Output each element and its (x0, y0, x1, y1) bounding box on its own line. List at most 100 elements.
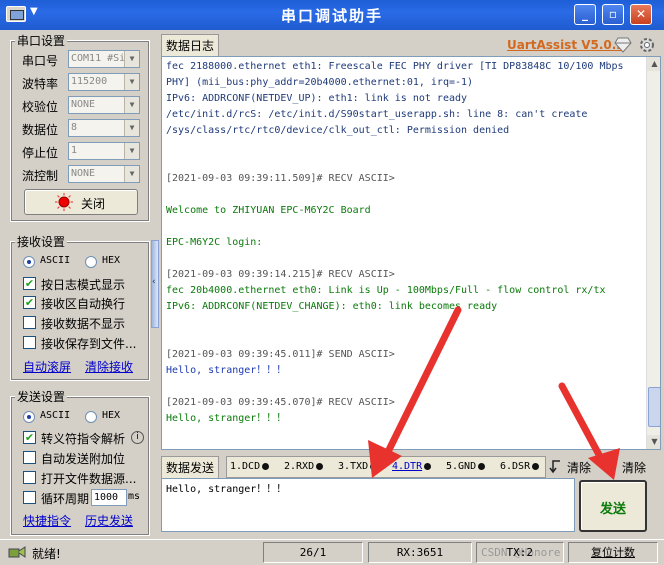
title-bar: ▼ 串口调试助手 _ ▫ ✕ (0, 0, 664, 30)
restore-button[interactable]: ▫ (602, 4, 624, 25)
send-button[interactable]: 发送 (579, 480, 647, 532)
log-line: Welcome to ZHIYUAN EPC-M6Y2C Board (166, 205, 371, 216)
scroll-down-icon[interactable]: ▼ (647, 435, 660, 449)
status-rx: RX:3651 (368, 542, 472, 563)
log-line: [2021-09-03 09:39:11.509]# RECV ASCII> (166, 173, 395, 184)
chevron-down-icon[interactable]: ▼ (124, 74, 139, 90)
save-to-file-label: 接收保存到文件... (41, 337, 137, 351)
flow-value: NONE (71, 168, 96, 179)
receive-ascii-label: ASCII (40, 255, 71, 266)
serial-settings-legend: 串口设置 (15, 32, 68, 49)
scroll-thumb[interactable] (648, 387, 660, 427)
port-select[interactable]: COM11 #Si ▼ (68, 50, 140, 68)
cycle-unit: ms (128, 491, 141, 502)
reset-counter-button[interactable]: 复位计数 (568, 542, 658, 563)
send-button-label: 发送 (599, 502, 626, 517)
annotation-arrow-right (558, 382, 620, 480)
receive-settings-legend: 接收设置 (15, 233, 68, 250)
signal-rxd-label: 2.RXD (284, 461, 315, 472)
receive-ascii-radio[interactable] (23, 256, 35, 268)
shortcut-link[interactable]: 快捷指令 (23, 512, 71, 529)
ready-status-icon (8, 546, 26, 558)
send-hex-radio[interactable] (85, 411, 97, 423)
signal-dsr: 6.DSR (500, 461, 540, 472)
tab-send-data[interactable]: 数据发送 (161, 456, 220, 478)
status-ready: 就绪! (32, 547, 61, 561)
stopbits-label: 停止位 (22, 146, 59, 160)
rxd-led-icon (316, 462, 324, 470)
databits-label: 数据位 (22, 123, 59, 137)
open-file-label: 打开文件数据源... (41, 472, 137, 486)
parity-label: 校验位 (22, 100, 59, 114)
close-window-button[interactable]: ✕ (630, 4, 652, 25)
tab-data-log[interactable]: 数据日志 (161, 34, 220, 56)
chevron-down-icon[interactable]: ▼ (124, 143, 139, 159)
baud-select[interactable]: 115200 ▼ (68, 73, 140, 91)
send-input[interactable]: Hello, stranger！！！ (161, 478, 575, 532)
log-scrollbar[interactable]: ▲ ▼ (646, 57, 660, 449)
escape-checkbox[interactable]: ✔ (23, 431, 36, 444)
history-link[interactable]: 历史发送 (85, 512, 133, 529)
brand-link[interactable]: UartAssist V5.0.2 (507, 38, 625, 52)
chevron-down-icon[interactable]: ▼ (124, 166, 139, 182)
parity-select[interactable]: NONE ▼ (68, 96, 140, 114)
receive-hex-radio[interactable] (85, 256, 97, 268)
save-to-file-checkbox[interactable] (23, 336, 36, 349)
chevron-left-icon: ‹ (152, 277, 156, 287)
scroll-up-icon[interactable]: ▲ (647, 57, 660, 71)
close-port-button[interactable]: 关闭 (24, 189, 138, 215)
cycle-label: 循环周期 (41, 492, 90, 506)
auto-newline-label: 接收区自动换行 (41, 297, 126, 311)
escape-label: 转义符指令解析 (41, 432, 126, 446)
chevron-down-icon[interactable]: ▼ (124, 97, 139, 113)
status-counter: 26/1 (263, 542, 363, 563)
log-line: /etc/init.d/rcS: /etc/init.d/S90start_us… (166, 109, 588, 120)
settings-icon[interactable] (638, 36, 656, 54)
signal-rxd: 2.RXD (284, 461, 324, 472)
chevron-down-icon[interactable]: ▼ (124, 51, 139, 67)
send-hex-label: HEX (102, 410, 121, 421)
no-display-label: 接收数据不显示 (41, 317, 126, 331)
open-file-checkbox[interactable] (23, 471, 36, 484)
log-line: /sys/class/rtc/rtc0/device/clk_out_ctl: … (166, 125, 510, 136)
diamond-icon[interactable] (614, 37, 632, 53)
send-ascii-radio[interactable] (23, 411, 35, 423)
stopbits-select[interactable]: 1 ▼ (68, 142, 140, 160)
log-mode-checkbox[interactable]: ✔ (23, 277, 36, 290)
flow-label: 流控制 (22, 169, 59, 183)
chevron-down-icon[interactable]: ▼ (124, 120, 139, 136)
parity-value: NONE (71, 99, 96, 110)
panel-collapse-handle[interactable]: ‹ (151, 240, 159, 328)
receive-hex-label: HEX (102, 255, 121, 266)
dsr-led-icon (532, 462, 540, 470)
cycle-checkbox[interactable] (23, 491, 36, 504)
stopbits-value: 1 (71, 145, 78, 156)
annotation-arrow-left (368, 306, 462, 478)
baud-value: 115200 (71, 76, 108, 87)
no-display-checkbox[interactable] (23, 316, 36, 329)
minimize-button[interactable]: _ (574, 4, 596, 25)
auto-scroll-link[interactable]: 自动滚屏 (23, 358, 71, 375)
clear-receive-link[interactable]: 清除接收 (85, 358, 133, 375)
log-mode-label: 按日志模式显示 (41, 278, 126, 292)
info-icon[interactable]: i (131, 431, 144, 444)
send-input-text: Hello, stranger！！！ (166, 484, 287, 495)
send-settings-legend: 发送设置 (15, 388, 68, 405)
signal-dcd-label: 1.DCD (230, 461, 261, 472)
auto-newline-checkbox[interactable]: ✔ (23, 296, 36, 309)
databits-value: 8 (71, 122, 78, 133)
port-label: 串口号 (22, 54, 59, 68)
databits-select[interactable]: 8 ▼ (68, 119, 140, 137)
log-line: PHY] (mii_bus:phy_addr=20b4000.ethernet:… (166, 77, 474, 88)
signal-dcd: 1.DCD (230, 461, 270, 472)
window-title: 串口调试助手 (280, 7, 383, 25)
cycle-input[interactable]: 1000 (91, 489, 127, 506)
auto-append-checkbox[interactable] (23, 451, 36, 464)
flow-select[interactable]: NONE ▼ (68, 165, 140, 183)
port-value: COM11 #Si (71, 53, 126, 64)
signal-dsr-label: 6.DSR (500, 461, 531, 472)
